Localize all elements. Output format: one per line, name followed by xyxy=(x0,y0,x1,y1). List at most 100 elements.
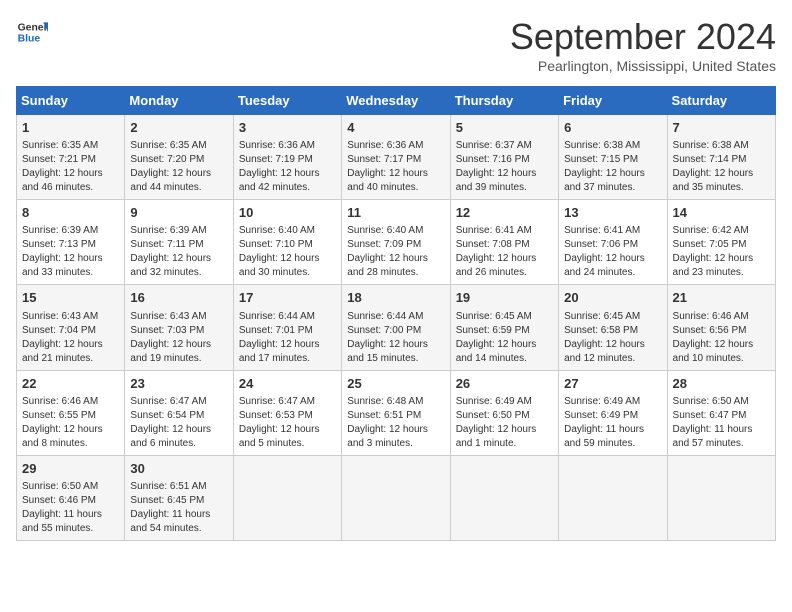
calendar-cell: 15 Sunrise: 6:43 AM Sunset: 7:04 PM Dayli… xyxy=(17,285,125,370)
day-number: 24 xyxy=(239,375,336,393)
day-number: 21 xyxy=(673,289,770,307)
calendar-cell: 25 Sunrise: 6:48 AM Sunset: 6:51 PM Dayli… xyxy=(342,370,450,455)
weekday-row: SundayMondayTuesdayWednesdayThursdayFrid… xyxy=(17,87,776,115)
calendar-week-2: 8 Sunrise: 6:39 AM Sunset: 7:13 PM Daylig… xyxy=(17,200,776,285)
calendar-cell xyxy=(559,455,667,540)
calendar-cell: 1 Sunrise: 6:35 AM Sunset: 7:21 PM Daylig… xyxy=(17,115,125,200)
day-content: Sunrise: 6:50 AM Sunset: 6:46 PM Dayligh… xyxy=(22,480,119,536)
day-content: Sunrise: 6:49 AM Sunset: 6:50 PM Dayligh… xyxy=(456,395,553,451)
day-content: Sunrise: 6:47 AM Sunset: 6:53 PM Dayligh… xyxy=(239,395,336,451)
calendar-header: SundayMondayTuesdayWednesdayThursdayFrid… xyxy=(17,87,776,115)
calendar-cell: 20 Sunrise: 6:45 AM Sunset: 6:58 PM Dayli… xyxy=(559,285,667,370)
calendar-cell: 27 Sunrise: 6:49 AM Sunset: 6:49 PM Dayli… xyxy=(559,370,667,455)
calendar-week-3: 15 Sunrise: 6:43 AM Sunset: 7:04 PM Dayli… xyxy=(17,285,776,370)
title-block: September 2024 Pearlington, Mississippi,… xyxy=(510,16,776,74)
day-content: Sunrise: 6:38 AM Sunset: 7:15 PM Dayligh… xyxy=(564,139,661,195)
day-number: 22 xyxy=(22,375,119,393)
day-number: 26 xyxy=(456,375,553,393)
day-number: 9 xyxy=(130,204,227,222)
day-content: Sunrise: 6:43 AM Sunset: 7:04 PM Dayligh… xyxy=(22,310,119,366)
day-content: Sunrise: 6:35 AM Sunset: 7:20 PM Dayligh… xyxy=(130,139,227,195)
calendar-cell: 22 Sunrise: 6:46 AM Sunset: 6:55 PM Dayli… xyxy=(17,370,125,455)
day-number: 30 xyxy=(130,460,227,478)
day-content: Sunrise: 6:49 AM Sunset: 6:49 PM Dayligh… xyxy=(564,395,661,451)
day-number: 3 xyxy=(239,119,336,137)
calendar-cell: 12 Sunrise: 6:41 AM Sunset: 7:08 PM Dayli… xyxy=(450,200,558,285)
calendar-cell xyxy=(233,455,341,540)
calendar-cell: 16 Sunrise: 6:43 AM Sunset: 7:03 PM Dayli… xyxy=(125,285,233,370)
calendar-cell: 6Sunrise: 6:38 AM Sunset: 7:15 PM Daylig… xyxy=(559,115,667,200)
day-number: 16 xyxy=(130,289,227,307)
calendar-week-4: 22 Sunrise: 6:46 AM Sunset: 6:55 PM Dayli… xyxy=(17,370,776,455)
calendar-cell: 3 Sunrise: 6:36 AM Sunset: 7:19 PM Daylig… xyxy=(233,115,341,200)
day-content: Sunrise: 6:35 AM Sunset: 7:21 PM Dayligh… xyxy=(22,139,119,195)
day-content: Sunrise: 6:42 AM Sunset: 7:05 PM Dayligh… xyxy=(673,224,770,280)
day-number: 19 xyxy=(456,289,553,307)
weekday-header-friday: Friday xyxy=(559,87,667,115)
day-number: 28 xyxy=(673,375,770,393)
weekday-header-thursday: Thursday xyxy=(450,87,558,115)
day-number: 17 xyxy=(239,289,336,307)
calendar-cell: 28Sunrise: 6:50 AM Sunset: 6:47 PM Dayli… xyxy=(667,370,775,455)
day-content: Sunrise: 6:36 AM Sunset: 7:17 PM Dayligh… xyxy=(347,139,444,195)
day-content: Sunrise: 6:40 AM Sunset: 7:09 PM Dayligh… xyxy=(347,224,444,280)
calendar-cell: 10Sunrise: 6:40 AM Sunset: 7:10 PM Dayli… xyxy=(233,200,341,285)
day-content: Sunrise: 6:39 AM Sunset: 7:13 PM Dayligh… xyxy=(22,224,119,280)
logo: General Blue xyxy=(16,16,48,48)
day-number: 11 xyxy=(347,204,444,222)
day-number: 2 xyxy=(130,119,227,137)
weekday-header-wednesday: Wednesday xyxy=(342,87,450,115)
day-content: Sunrise: 6:40 AM Sunset: 7:10 PM Dayligh… xyxy=(239,224,336,280)
calendar-cell: 21 Sunrise: 6:46 AM Sunset: 6:56 PM Dayli… xyxy=(667,285,775,370)
day-number: 13 xyxy=(564,204,661,222)
day-number: 1 xyxy=(22,119,119,137)
day-number: 20 xyxy=(564,289,661,307)
calendar-cell: 24 Sunrise: 6:47 AM Sunset: 6:53 PM Dayli… xyxy=(233,370,341,455)
day-number: 15 xyxy=(22,289,119,307)
calendar-cell: 26 Sunrise: 6:49 AM Sunset: 6:50 PM Dayli… xyxy=(450,370,558,455)
day-number: 25 xyxy=(347,375,444,393)
calendar-cell: 18Sunrise: 6:44 AM Sunset: 7:00 PM Dayli… xyxy=(342,285,450,370)
location: Pearlington, Mississippi, United States xyxy=(510,58,776,74)
weekday-header-saturday: Saturday xyxy=(667,87,775,115)
day-content: Sunrise: 6:44 AM Sunset: 7:01 PM Dayligh… xyxy=(239,310,336,366)
day-content: Sunrise: 6:41 AM Sunset: 7:08 PM Dayligh… xyxy=(456,224,553,280)
calendar-cell: 14Sunrise: 6:42 AM Sunset: 7:05 PM Dayli… xyxy=(667,200,775,285)
day-content: Sunrise: 6:48 AM Sunset: 6:51 PM Dayligh… xyxy=(347,395,444,451)
page-header: General Blue September 2024 Pearlington,… xyxy=(16,16,776,74)
day-content: Sunrise: 6:46 AM Sunset: 6:55 PM Dayligh… xyxy=(22,395,119,451)
calendar-cell xyxy=(342,455,450,540)
calendar-cell: 7Sunrise: 6:38 AM Sunset: 7:14 PM Daylig… xyxy=(667,115,775,200)
day-number: 27 xyxy=(564,375,661,393)
day-number: 29 xyxy=(22,460,119,478)
calendar-cell: 13 Sunrise: 6:41 AM Sunset: 7:06 PM Dayli… xyxy=(559,200,667,285)
calendar-cell: 9 Sunrise: 6:39 AM Sunset: 7:11 PM Daylig… xyxy=(125,200,233,285)
day-content: Sunrise: 6:37 AM Sunset: 7:16 PM Dayligh… xyxy=(456,139,553,195)
weekday-header-tuesday: Tuesday xyxy=(233,87,341,115)
day-content: Sunrise: 6:46 AM Sunset: 6:56 PM Dayligh… xyxy=(673,310,770,366)
day-content: Sunrise: 6:41 AM Sunset: 7:06 PM Dayligh… xyxy=(564,224,661,280)
weekday-header-monday: Monday xyxy=(125,87,233,115)
calendar-cell xyxy=(667,455,775,540)
day-content: Sunrise: 6:45 AM Sunset: 6:59 PM Dayligh… xyxy=(456,310,553,366)
svg-text:General: General xyxy=(18,22,48,33)
calendar-cell: 5Sunrise: 6:37 AM Sunset: 7:16 PM Daylig… xyxy=(450,115,558,200)
calendar-week-5: 29 Sunrise: 6:50 AM Sunset: 6:46 PM Dayli… xyxy=(17,455,776,540)
svg-text:Blue: Blue xyxy=(18,34,41,45)
calendar-body: 1 Sunrise: 6:35 AM Sunset: 7:21 PM Daylig… xyxy=(17,115,776,541)
calendar-cell: 17 Sunrise: 6:44 AM Sunset: 7:01 PM Dayli… xyxy=(233,285,341,370)
day-content: Sunrise: 6:45 AM Sunset: 6:58 PM Dayligh… xyxy=(564,310,661,366)
calendar-table: SundayMondayTuesdayWednesdayThursdayFrid… xyxy=(16,86,776,541)
day-number: 8 xyxy=(22,204,119,222)
day-number: 12 xyxy=(456,204,553,222)
calendar-cell: 29 Sunrise: 6:50 AM Sunset: 6:46 PM Dayli… xyxy=(17,455,125,540)
day-content: Sunrise: 6:43 AM Sunset: 7:03 PM Dayligh… xyxy=(130,310,227,366)
day-number: 4 xyxy=(347,119,444,137)
calendar-cell: 8 Sunrise: 6:39 AM Sunset: 7:13 PM Daylig… xyxy=(17,200,125,285)
calendar-cell xyxy=(450,455,558,540)
calendar-cell: 11 Sunrise: 6:40 AM Sunset: 7:09 PM Dayli… xyxy=(342,200,450,285)
calendar-cell: 23Sunrise: 6:47 AM Sunset: 6:54 PM Dayli… xyxy=(125,370,233,455)
day-content: Sunrise: 6:39 AM Sunset: 7:11 PM Dayligh… xyxy=(130,224,227,280)
day-content: Sunrise: 6:36 AM Sunset: 7:19 PM Dayligh… xyxy=(239,139,336,195)
day-number: 23 xyxy=(130,375,227,393)
